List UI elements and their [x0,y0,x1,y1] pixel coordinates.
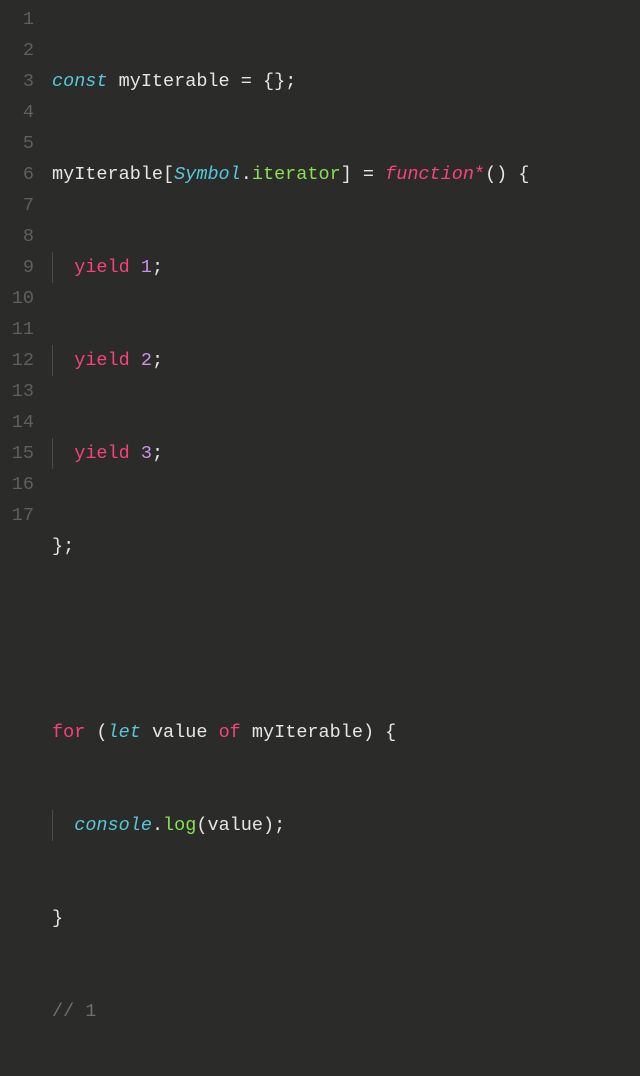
semicolon: ; [63,536,74,557]
code-line[interactable]: for (let value of myIterable) { [52,717,640,748]
line-number: 8 [6,221,34,252]
paren: ( [96,722,107,743]
semicolon: ; [152,350,163,371]
identifier: myIterable [119,71,230,92]
paren: ( [196,815,207,836]
code-line[interactable]: const myIterable = {}; [52,66,640,97]
code-line[interactable]: yield 1; [52,252,640,283]
code-line[interactable]: yield 2; [52,345,640,376]
space [85,722,96,743]
space [130,443,141,464]
line-number: 14 [6,407,34,438]
generator-star: * [474,164,485,185]
dot: . [241,164,252,185]
space [141,722,152,743]
number-literal: 3 [141,443,152,464]
keyword-const: const [52,71,108,92]
line-number: 5 [6,128,34,159]
space [130,350,141,371]
indent-guide [52,438,53,469]
number-literal: 1 [141,257,152,278]
code-content[interactable]: const myIterable = {}; myIterable[Symbol… [52,4,640,1076]
brace: } [52,536,63,557]
comment: // 1 [52,1001,96,1022]
semicolon: ; [152,257,163,278]
line-number: 12 [6,345,34,376]
keyword-yield: yield [74,257,130,278]
keyword-let: let [108,722,141,743]
code-text [108,71,119,92]
property: iterator [252,164,341,185]
semicolon: ; [285,71,296,92]
indent-guide [52,252,53,283]
operator: = [352,164,385,185]
line-number: 3 [6,66,34,97]
line-number: 15 [6,438,34,469]
code-line[interactable]: // 1 [52,996,640,1027]
line-number: 6 [6,159,34,190]
parens: () [485,164,507,185]
bracket: ] [341,164,352,185]
keyword-yield: yield [74,350,130,371]
line-number: 17 [6,500,34,531]
method: log [163,815,196,836]
identifier: value [207,815,263,836]
keyword-of: of [219,722,241,743]
space [241,722,252,743]
number-literal: 2 [141,350,152,371]
symbol-object: Symbol [174,164,241,185]
line-number: 4 [6,97,34,128]
operator: = [230,71,263,92]
dot: . [152,815,163,836]
semicolon: ; [152,443,163,464]
code-line[interactable]: myIterable[Symbol.iterator] = function*(… [52,159,640,190]
line-number: 10 [6,283,34,314]
indent-guide [52,810,53,841]
brace: } [52,908,63,929]
paren: ) [363,722,374,743]
line-number: 1 [6,4,34,35]
code-editor[interactable]: 1 2 3 4 5 6 7 8 9 10 11 12 13 14 15 16 1… [0,0,640,1076]
code-line[interactable]: console.log(value); [52,810,640,841]
line-number: 2 [6,35,34,66]
code-line[interactable]: }; [52,531,640,562]
space [207,722,218,743]
line-number: 7 [6,190,34,221]
code-line[interactable]: } [52,903,640,934]
keyword-function: function [385,164,474,185]
keyword-yield: yield [74,443,130,464]
identifier: myIterable [52,164,163,185]
brace: { [374,722,396,743]
line-number: 16 [6,469,34,500]
semicolon: ; [274,815,285,836]
line-number: 9 [6,252,34,283]
bracket: [ [163,164,174,185]
brace: { [507,164,529,185]
line-number-gutter: 1 2 3 4 5 6 7 8 9 10 11 12 13 14 15 16 1… [0,4,52,1076]
line-number: 11 [6,314,34,345]
console-object: console [74,815,152,836]
braces: {} [263,71,285,92]
identifier: value [152,722,208,743]
code-line[interactable]: yield 3; [52,438,640,469]
paren: ) [263,815,274,836]
code-line[interactable] [52,624,640,655]
indent-guide [52,345,53,376]
identifier: myIterable [252,722,363,743]
keyword-for: for [52,722,85,743]
line-number: 13 [6,376,34,407]
space [130,257,141,278]
